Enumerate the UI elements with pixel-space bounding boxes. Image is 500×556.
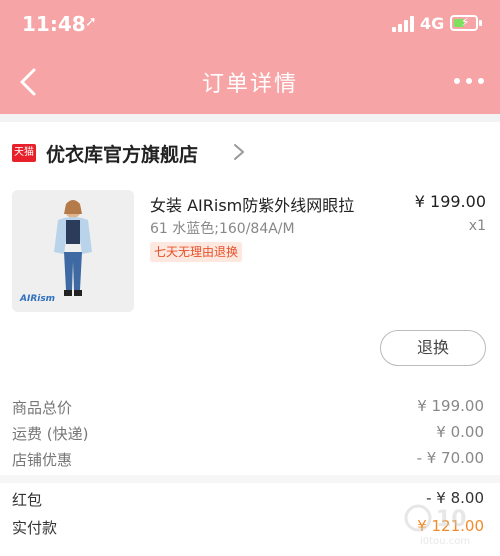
summary-value: - ¥ 70.00 [416,449,484,467]
product-quantity: x1 [468,218,486,234]
summary-label: 店铺优惠 [12,451,73,469]
more-button[interactable] [452,70,486,90]
product-image[interactable]: AIRism [12,190,134,312]
product-price: ¥ 199.00 [414,192,486,211]
summary-label: 红包 [12,491,43,509]
summary-row-shipping: 运费 (快递) ¥ 0.00 [0,420,500,446]
brand-mark: AIRism [20,294,56,304]
signal-icon [392,16,416,32]
chevron-right-icon [234,144,244,160]
battery-icon: ⚡ [450,15,482,31]
tmall-badge: 天猫 [12,144,36,162]
page-title: 订单详情 [201,72,298,97]
summary-row-subtotal: 商品总价 ¥ 199.00 [0,394,500,420]
clock: 11:48 [22,12,86,36]
summary-row-discount: 店铺优惠 - ¥ 70.00 [0,446,500,472]
summary-label: 运费 (快递) [12,425,89,443]
location-icon: ➚ [85,14,97,30]
svg-text:i0tou.com: i0tou.com [420,536,470,547]
divider [0,475,500,483]
return-policy-tag: 七天无理由退换 [150,242,243,262]
network-type: 4G [420,14,445,33]
product-spec: 61 水蓝色;160/84A/M [150,221,295,237]
order-item[interactable]: AIRism 女装 AIRism防紫外线网眼拉 ¥ 199.00 61 水蓝色;… [0,180,500,320]
watermark-logo: 10 i0tou.com [404,504,470,547]
svg-text:10: 10 [436,507,467,532]
summary-value: ¥ 199.00 [417,397,484,415]
nav-bar: 订单详情 [0,48,500,114]
summary-label: 实付款 [12,519,58,537]
more-icon [454,78,460,84]
section-gap [0,114,500,122]
summary-value: ¥ 0.00 [436,423,484,441]
store-name: 优衣库官方旗舰店 [46,144,199,166]
summary-label: 商品总价 [12,399,73,417]
store-row[interactable]: 天猫 优衣库官方旗舰店 [0,122,500,180]
product-title: 女装 AIRism防紫外线网眼拉 [150,196,355,215]
status-bar: 11:48 ➚ 4G ⚡ [0,0,500,48]
refund-button[interactable]: 退换 [380,330,486,366]
